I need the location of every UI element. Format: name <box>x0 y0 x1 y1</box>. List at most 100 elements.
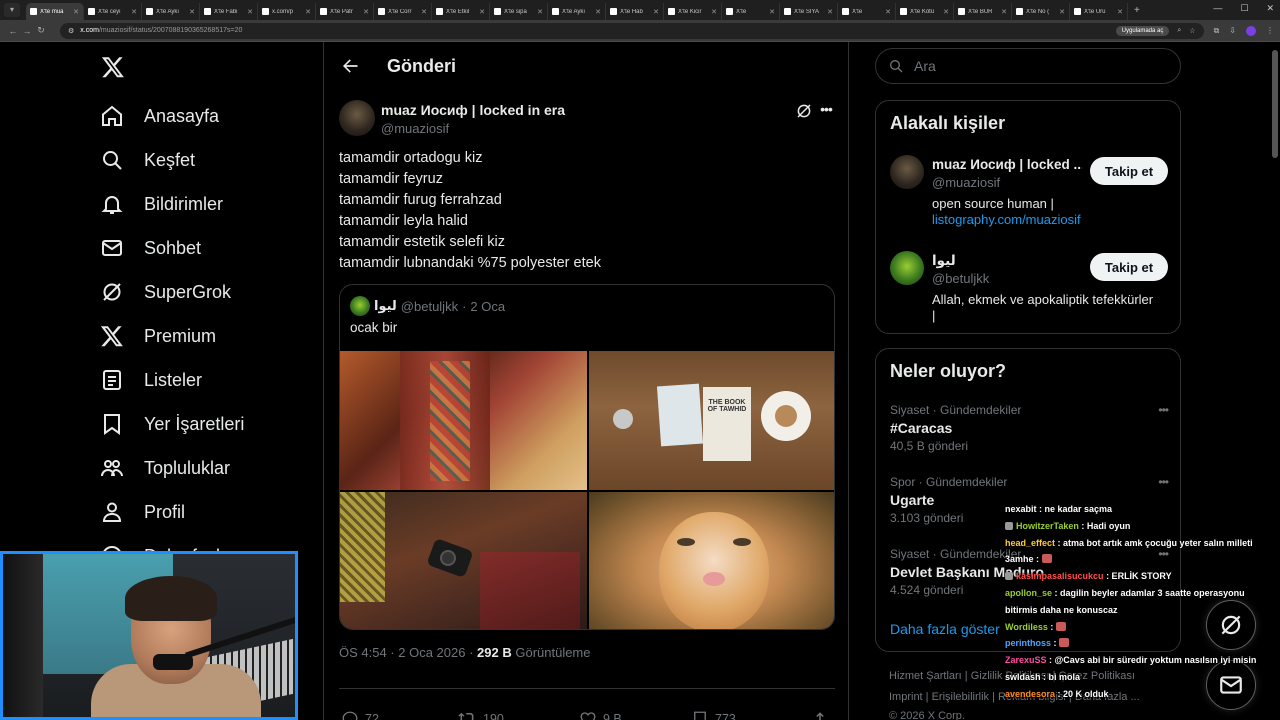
reply-button[interactable]: 72 <box>341 707 379 720</box>
browser-tab[interactable]: X'te mua ✕ <box>26 3 84 20</box>
related-person-1[interactable]: muaz Иосиф | locked ... @muaziosif open … <box>890 155 1168 235</box>
trend-item[interactable]: Siyaset · Gündemdekiler #Caracas 40,5 B … <box>890 403 1169 453</box>
browser-tab[interactable]: X'te Corr ✕ <box>374 3 432 20</box>
page-scrollbar[interactable] <box>1270 42 1280 720</box>
browser-tab[interactable]: X'te Aykı ✕ <box>142 3 200 20</box>
person-avatar[interactable] <box>890 251 924 285</box>
share-button[interactable] <box>811 707 835 720</box>
search-box[interactable]: Ara <box>875 48 1181 84</box>
quoted-tweet[interactable]: ليوا @betuljkk · 2 Oca ocak bir THE BOOK… <box>339 284 835 630</box>
nav-item[interactable]: Anasayfa <box>100 98 219 134</box>
reload-button[interactable]: ↻ <box>34 25 48 36</box>
close-tab-icon[interactable]: ✕ <box>247 8 253 16</box>
address-bar[interactable]: ⚙ x.com /muaziosif/status/20070881903652… <box>60 22 1204 39</box>
close-tab-icon[interactable]: ✕ <box>885 8 891 16</box>
grok-icon[interactable] <box>795 102 813 120</box>
browser-tab[interactable]: X'te Ürü ✕ <box>1070 3 1128 20</box>
downloads-icon[interactable]: ⇩ <box>1229 26 1236 35</box>
browser-tab[interactable]: X'te No (✕ <box>1012 3 1070 20</box>
nav-item[interactable]: Premium <box>100 318 216 354</box>
nav-item[interactable]: Bildirimler <box>100 186 223 222</box>
browser-tab[interactable]: X'te Etkil ✕ <box>432 3 490 20</box>
browser-menu-icon[interactable]: ⋮ <box>1266 26 1274 35</box>
media-photo-books[interactable]: THE BOOK OF TAWHID <box>589 351 834 490</box>
browser-tab[interactable]: X'te ceyi ✕ <box>84 3 142 20</box>
browser-tab[interactable]: X'te ✕ <box>722 3 780 20</box>
zoom-icon[interactable]: ⌕ <box>1177 27 1181 35</box>
nav-item[interactable]: Profil <box>100 494 185 530</box>
media-photo-cat[interactable] <box>589 492 834 629</box>
nav-item[interactable]: Yer İşaretleri <box>100 406 244 442</box>
tab-search-button[interactable]: ▾ <box>4 3 20 17</box>
nav-item[interactable]: Listeler <box>100 362 202 398</box>
close-tab-icon[interactable]: ✕ <box>479 8 485 16</box>
browser-tab[interactable]: X'te Kötü ✕ <box>896 3 954 20</box>
close-tab-icon[interactable]: ✕ <box>1001 8 1007 16</box>
browser-tab[interactable]: X'te Aykı ✕ <box>548 3 606 20</box>
close-tab-icon[interactable]: ✕ <box>421 8 427 16</box>
browser-tab[interactable]: X'te sipa ✕ <box>490 3 548 20</box>
maximize-button[interactable]: ☐ <box>1240 3 1248 14</box>
back-nav-button[interactable]: ← <box>6 26 20 36</box>
close-tab-icon[interactable]: ✕ <box>943 8 949 16</box>
forward-nav-button[interactable]: → <box>20 26 34 36</box>
media-photo-camera[interactable] <box>340 492 587 629</box>
follow-button[interactable]: Takip et <box>1090 253 1168 281</box>
scrollbar-thumb[interactable] <box>1272 50 1278 158</box>
nav-item[interactable]: Sohbet <box>100 230 201 266</box>
close-tab-icon[interactable]: ✕ <box>711 8 717 16</box>
close-tab-icon[interactable]: ✕ <box>1059 8 1065 16</box>
media-photo-scarf[interactable] <box>340 351 587 490</box>
close-tab-icon[interactable]: ✕ <box>305 8 311 16</box>
tweet-timestamp[interactable]: ÖS 4:54 · 2 Oca 2026 · <box>339 645 477 660</box>
open-in-app-pill[interactable]: Uygulamada aç <box>1115 25 1170 36</box>
more-options-icon[interactable]: ••• <box>1158 403 1169 417</box>
new-tab-button[interactable]: + <box>1134 5 1140 16</box>
browser-tab[interactable]: X'te Patr ✕ <box>316 3 374 20</box>
close-tab-icon[interactable]: ✕ <box>363 8 369 16</box>
nav-item[interactable]: Keşfet <box>100 142 195 178</box>
browser-tab[interactable]: x.com/p ✕ <box>258 3 316 20</box>
close-tab-icon[interactable]: ✕ <box>653 8 659 16</box>
close-tab-icon[interactable]: ✕ <box>189 8 195 16</box>
repost-button[interactable]: 190 <box>457 707 504 720</box>
back-arrow-icon[interactable] <box>340 56 360 76</box>
browser-tab[interactable]: X'te ✕ <box>838 3 896 20</box>
bookmark-button[interactable]: 773 <box>691 707 736 720</box>
person-avatar[interactable] <box>890 155 924 189</box>
more-options-icon[interactable]: ••• <box>1158 475 1169 489</box>
bookmark-icon <box>100 412 124 436</box>
author-name[interactable]: muaz Иосиф | locked in era <box>381 102 565 118</box>
browser-tab[interactable]: X'te Hab ✕ <box>606 3 664 20</box>
like-button[interactable]: 9 B <box>579 707 622 720</box>
nav-item[interactable]: SuperGrok <box>100 274 231 310</box>
minimize-button[interactable]: — <box>1213 3 1222 14</box>
browser-tab[interactable]: X'te Fabi ✕ <box>200 3 258 20</box>
nav-item[interactable]: Topluluklar <box>100 450 230 486</box>
close-tab-icon[interactable]: ✕ <box>537 8 543 16</box>
close-tab-icon[interactable]: ✕ <box>73 8 79 16</box>
related-person-2[interactable]: ليوا @betuljkk Allah, ekmek ve apokalipt… <box>890 251 1168 331</box>
person-name[interactable]: ليوا <box>932 253 1082 269</box>
follow-button[interactable]: Takip et <box>1090 157 1168 185</box>
close-window-button[interactable]: ✕ <box>1266 3 1274 14</box>
bookmark-star-icon[interactable]: ☆ <box>1189 27 1195 35</box>
browser-tab[interactable]: X'te Kicir ✕ <box>664 3 722 20</box>
close-tab-icon[interactable]: ✕ <box>131 8 137 16</box>
browser-tab[interactable]: X'te SİYA ✕ <box>780 3 838 20</box>
close-tab-icon[interactable]: ✕ <box>595 8 601 16</box>
extensions-icon[interactable]: ⧉ <box>1214 26 1220 36</box>
profile-avatar[interactable] <box>1246 25 1256 36</box>
person-bio-link[interactable]: listography.com/muaziosif <box>932 212 1172 228</box>
more-options-icon[interactable]: ••• <box>817 102 835 120</box>
author-handle[interactable]: @muaziosif <box>381 121 449 136</box>
x-logo-icon[interactable] <box>100 54 126 86</box>
close-tab-icon[interactable]: ✕ <box>769 8 775 16</box>
site-info-icon[interactable]: ⚙ <box>68 27 74 35</box>
show-more-link[interactable]: Daha fazla göster <box>890 621 1000 637</box>
browser-tab[interactable]: X'te BUR ✕ <box>954 3 1012 20</box>
person-name[interactable]: muaz Иосиф | locked ... <box>932 157 1082 172</box>
close-tab-icon[interactable]: ✕ <box>827 8 833 16</box>
close-tab-icon[interactable]: ✕ <box>1117 8 1123 16</box>
author-avatar[interactable] <box>339 100 375 136</box>
